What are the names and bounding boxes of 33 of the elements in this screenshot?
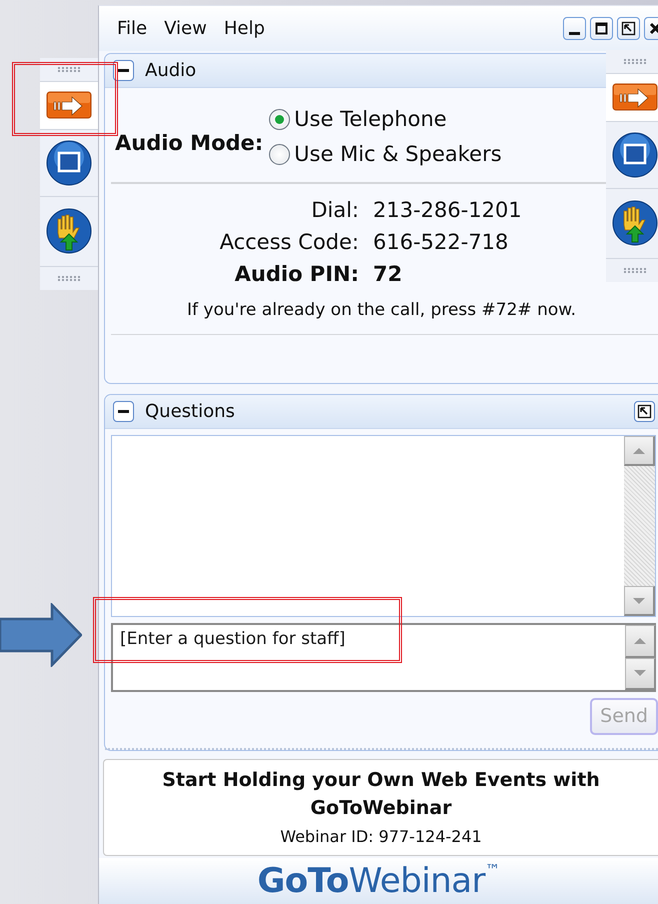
- grip-handle: [58, 67, 80, 72]
- field-label: Audio PIN:: [234, 261, 359, 288]
- collapse-button[interactable]: [113, 60, 134, 81]
- grip-handle: [624, 268, 646, 273]
- window-icon[interactable]: [45, 139, 93, 188]
- grip-handle: [58, 276, 80, 281]
- raise-hand-icon[interactable]: [611, 199, 658, 248]
- panel-title: Audio: [145, 59, 196, 83]
- menu-item[interactable]: File: [117, 15, 148, 42]
- field-value: 213-286-1201: [373, 197, 522, 224]
- question-field[interactable]: [Enter a question for staff]: [111, 623, 625, 692]
- menu-item[interactable]: Help: [224, 15, 265, 42]
- instruction-text: If you're already on the call, press #72# now.: [186, 299, 577, 322]
- scroll-down-button[interactable]: [625, 658, 656, 690]
- field-value: 616-522-718: [373, 229, 508, 256]
- field-label: Audio Mode:: [115, 130, 264, 158]
- scroll-up-button[interactable]: [624, 436, 655, 466]
- scroll-down-button[interactable]: [624, 586, 655, 616]
- scroll-up-button[interactable]: [625, 625, 656, 658]
- radio-option[interactable]: Use Telephone: [269, 102, 502, 137]
- window-icon[interactable]: [611, 131, 658, 180]
- field-label: Access Code:: [220, 229, 359, 256]
- raise-hand-icon[interactable]: [45, 207, 93, 256]
- webinar-id: Webinar ID: 977-124-241: [279, 826, 483, 848]
- field-label: Dial:: [311, 197, 359, 224]
- promo-headline: Start Holding your Own Web Events with GoToWebinar: [161, 768, 601, 821]
- panel-title: Questions: [145, 400, 235, 424]
- collapse-button[interactable]: [113, 401, 134, 422]
- grip-handle: [624, 59, 646, 64]
- logo: GoToWebinar$^{™}$: [257, 860, 500, 902]
- field-value: 72: [373, 261, 402, 288]
- menu-item[interactable]: View: [164, 15, 207, 42]
- radio-option[interactable]: Use Mic & Speakers: [269, 137, 502, 172]
